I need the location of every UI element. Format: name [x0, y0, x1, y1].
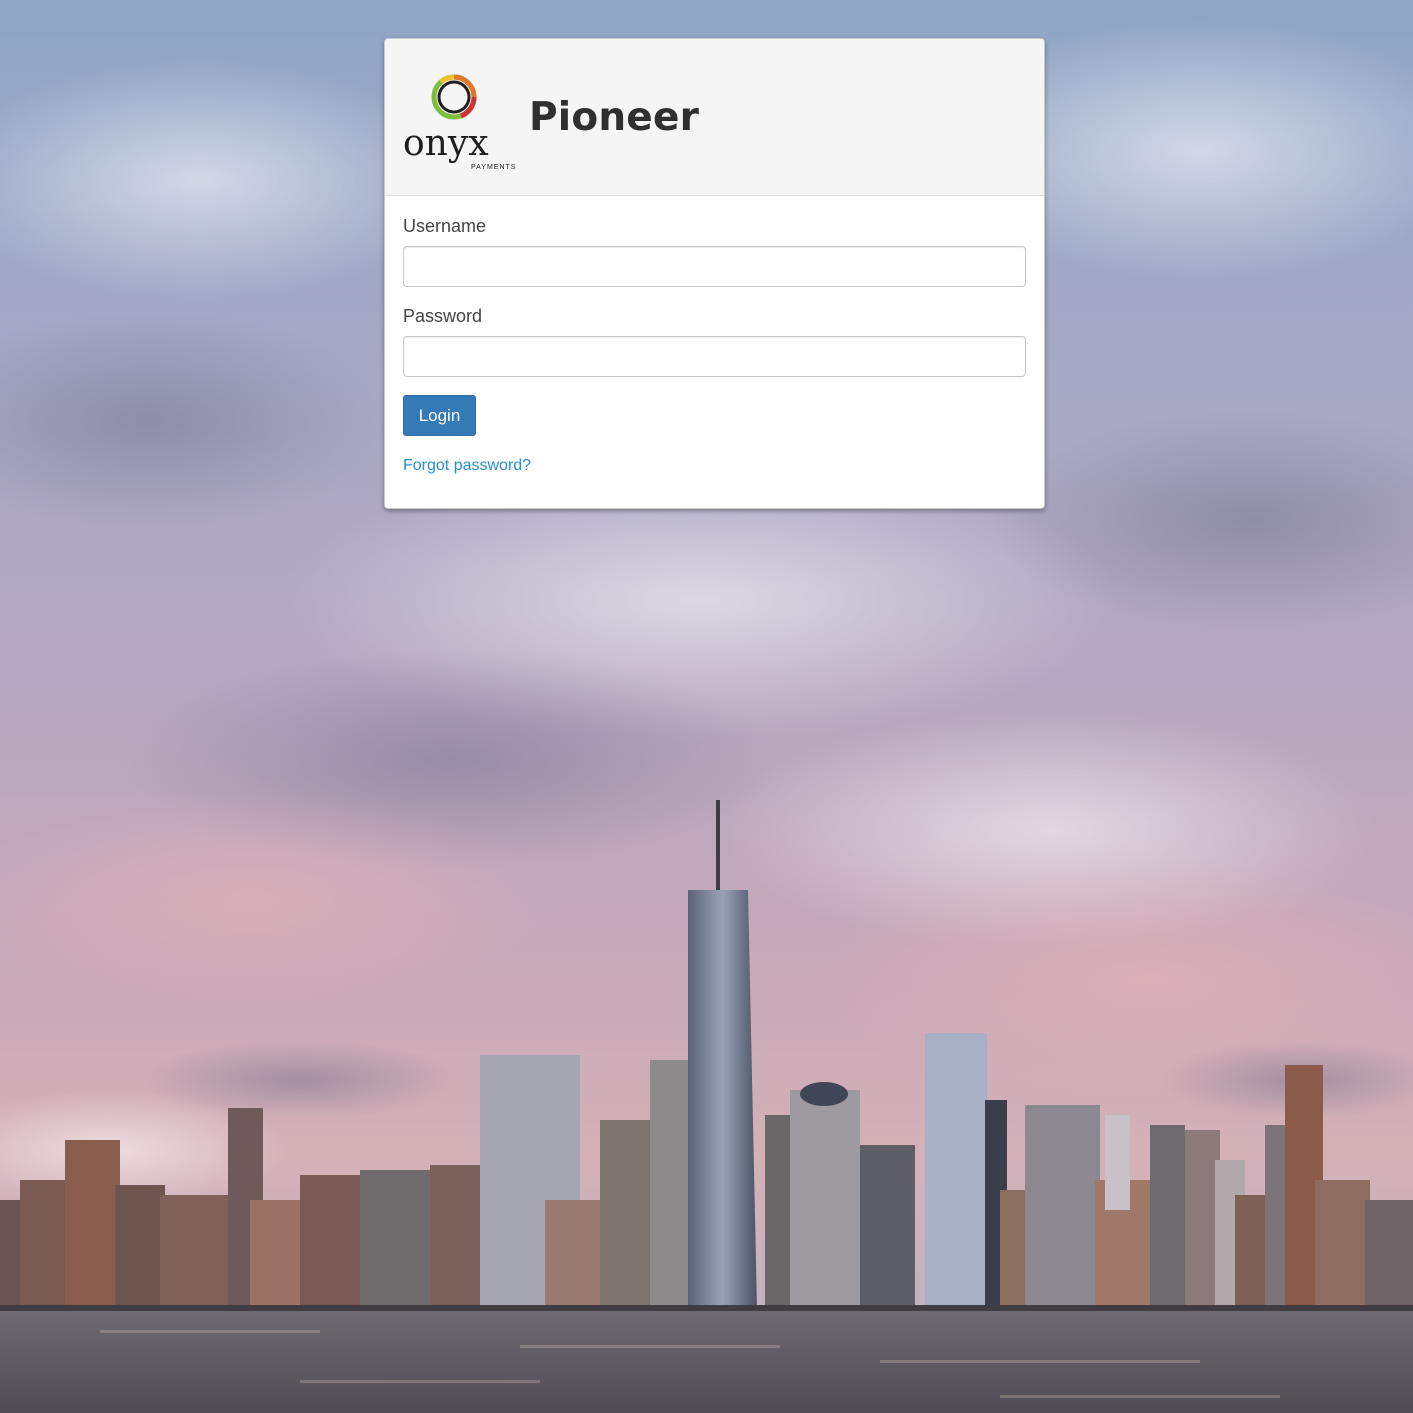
logo-wordmark: onyx	[403, 123, 489, 164]
login-button[interactable]: Login	[403, 395, 476, 436]
login-panel: onyx PAYMENTS Pioneer Username Password …	[384, 38, 1045, 509]
username-input[interactable]	[403, 246, 1026, 287]
username-label: Username	[403, 216, 487, 236]
forgot-password-link[interactable]: Forgot password?	[403, 457, 531, 475]
password-label: Password	[403, 306, 483, 326]
logo-subtext: PAYMENTS	[471, 164, 516, 171]
panel-header: onyx PAYMENTS Pioneer	[385, 39, 1044, 196]
onyx-ring-logo: onyx PAYMENTS	[401, 73, 521, 173]
app-title: Pioneer	[529, 95, 700, 140]
password-input[interactable]	[403, 336, 1026, 377]
